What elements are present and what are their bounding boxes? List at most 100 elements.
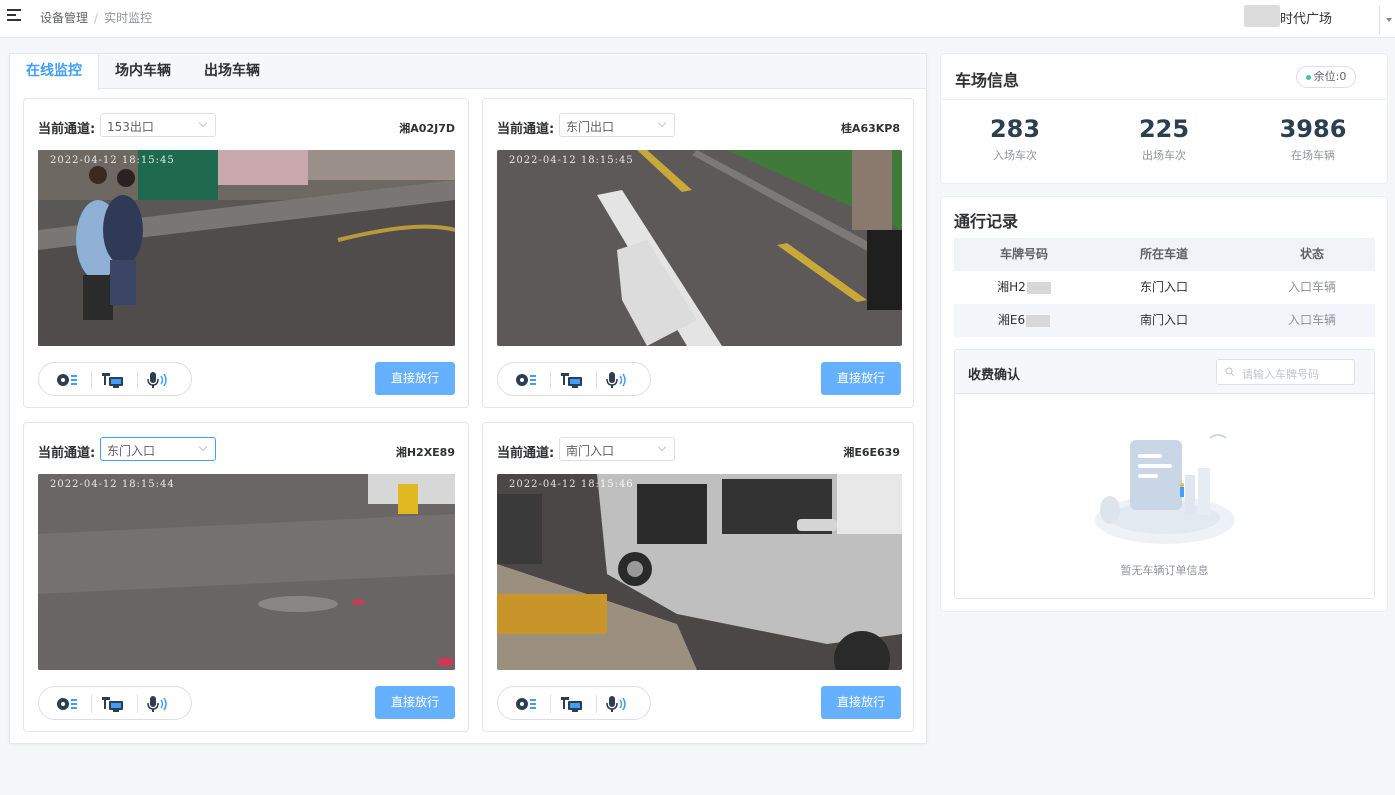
camera-timestamp: 2022-04-12 18:15:45 (50, 155, 175, 166)
stat-value: 283 (989, 115, 1041, 143)
top-bar: 设备管理 / 实时监控 时代广场 (0, 0, 1395, 38)
channel-select[interactable]: 南门入口 (559, 437, 675, 461)
empty-text: 暂无车辆订单信息 (1120, 564, 1209, 577)
divider (596, 371, 597, 389)
breadcrumb-separator: / (94, 11, 99, 25)
camera-card: 当前通道: 南门入口 湘E6E639 2022-04-12 18:15:46 直… (482, 422, 914, 732)
camera-controls (497, 362, 651, 396)
plate-search-input[interactable]: 请输入车牌号码 (1216, 359, 1355, 385)
camera-timestamp: 2022-04-12 18:15:45 (509, 155, 634, 166)
chevron-down-icon (657, 442, 667, 452)
user-avatar-blurred (1244, 5, 1280, 27)
plate-text: 湘E6 (997, 313, 1026, 327)
plate-cell: 湘E6 (954, 304, 1094, 337)
channel-label: 当前通道: (38, 446, 96, 461)
microphone-icon[interactable] (604, 693, 632, 715)
stat-label: 在场车辆 (1291, 149, 1335, 162)
empty-illustration (1090, 430, 1240, 550)
plate-number: 湘A02J7D (399, 122, 455, 135)
channel-select[interactable]: 东门出口 (559, 113, 675, 137)
plate-cell: 湘H2 (954, 271, 1094, 304)
caret-down-icon[interactable] (1386, 18, 1392, 22)
camera-card: 当前通道: 153出口 湘A02J7D 2022-04-12 18:15:45 … (23, 98, 469, 408)
monitor-camera-icon[interactable] (558, 369, 586, 391)
tab-exited-vehicles[interactable]: 出场车辆 (194, 54, 270, 89)
chevron-down-icon (657, 118, 667, 128)
settings-icon[interactable] (53, 693, 81, 715)
remaining-spaces: 余位:0 (1313, 70, 1347, 83)
channel-select-value: 南门入口 (566, 444, 615, 458)
channel-select-value: 153出口 (107, 120, 154, 134)
channel-label: 当前通道: (497, 122, 555, 137)
status-cell: 入口车辆 (1287, 280, 1336, 294)
divider (91, 371, 92, 389)
monitor-camera-icon[interactable] (558, 693, 586, 715)
monitor-panel: 在线监控 场内车辆 出场车辆 当前通道: 153出口 湘A02J7D 2022-… (9, 53, 927, 744)
status-badge: 余位:0 (1296, 66, 1356, 88)
breadcrumb: 设备管理 / 实时监控 (40, 9, 152, 26)
tab-in-lot-vehicles[interactable]: 场内车辆 (105, 54, 181, 89)
channel-select[interactable]: 153出口 (100, 113, 216, 137)
release-button[interactable]: 直接放行 (375, 362, 455, 395)
menu-toggle-icon[interactable] (7, 9, 21, 21)
divider (596, 695, 597, 713)
stat-in-lot: 3986 在场车辆 (1253, 115, 1373, 163)
channel-label: 当前通道: (38, 122, 96, 137)
chevron-down-icon (198, 118, 208, 128)
plate-text: 湘H2 (997, 280, 1026, 294)
table-row[interactable]: 湘H2 东门入口 入口车辆 (954, 271, 1375, 304)
release-button[interactable]: 直接放行 (375, 686, 455, 719)
microphone-icon[interactable] (145, 369, 173, 391)
user-name[interactable]: 时代广场 (1280, 8, 1332, 27)
tab-bar: 在线监控 场内车辆 出场车辆 (10, 54, 926, 90)
settings-icon[interactable] (512, 693, 540, 715)
plate-number: 桂A63KP8 (840, 122, 900, 135)
camera-video[interactable]: 2022-04-12 18:15:45 (497, 150, 902, 346)
breadcrumb-item-device[interactable]: 设备管理 (40, 11, 88, 25)
camera-timestamp: 2022-04-12 18:15:44 (50, 479, 175, 490)
monitor-camera-icon[interactable] (99, 693, 127, 715)
camera-video[interactable]: 2022-04-12 18:15:44 (38, 474, 455, 670)
release-button[interactable]: 直接放行 (821, 686, 901, 719)
lot-info-card: 车场信息 余位:0 283 入场车次 225 出场车次 3986 在场车辆 (940, 53, 1388, 184)
column-header: 车牌号码 (999, 247, 1048, 261)
divider (91, 695, 92, 713)
camera-video[interactable]: 2022-04-12 18:15:45 (38, 150, 455, 346)
lot-info-title: 车场信息 (955, 71, 1020, 90)
fee-confirm-panel: 收费确认 请输入车牌号码 暂无车辆订单信息 (954, 349, 1375, 599)
chevron-down-icon (198, 442, 208, 452)
column-header: 状态 (1299, 247, 1324, 261)
channel-label: 当前通道: (497, 446, 555, 461)
stat-label: 出场车次 (1142, 149, 1186, 162)
plate-number: 湘E6E639 (843, 446, 900, 459)
camera-timestamp: 2022-04-12 18:15:46 (509, 479, 634, 490)
divider (550, 695, 551, 713)
camera-card: 当前通道: 东门出口 桂A63KP8 2022-04-12 18:15:45 直… (482, 98, 914, 408)
tab-online-monitor[interactable]: 在线监控 (10, 54, 99, 90)
release-button[interactable]: 直接放行 (821, 362, 901, 395)
divider (137, 371, 138, 389)
settings-icon[interactable] (512, 369, 540, 391)
divider (137, 695, 138, 713)
camera-controls (38, 686, 192, 720)
camera-controls (497, 686, 651, 720)
table-row[interactable]: 湘E6 南门入口 入口车辆 (954, 304, 1375, 337)
camera-controls (38, 362, 192, 396)
stat-exits: 225 出场车次 (1104, 115, 1224, 163)
status-dot-icon (1305, 74, 1311, 80)
divider (941, 99, 1387, 100)
avatar[interactable] (1352, 6, 1380, 34)
microphone-icon[interactable] (145, 693, 173, 715)
camera-video[interactable]: 2022-04-12 18:15:46 (497, 474, 902, 670)
settings-icon[interactable] (53, 369, 81, 391)
monitor-camera-icon[interactable] (99, 369, 127, 391)
fee-title: 收费确认 (968, 368, 1021, 383)
breadcrumb-item-monitor: 实时监控 (104, 11, 153, 25)
column-header: 所在车道 (1139, 247, 1188, 261)
plate-blur (1026, 314, 1051, 327)
camera-card: 当前通道: 东门入口 湘H2XE89 2022-04-12 18:15:44 直… (23, 422, 469, 732)
microphone-icon[interactable] (604, 369, 632, 391)
stat-label: 入场车次 (993, 149, 1037, 162)
search-placeholder: 请输入车牌号码 (1242, 368, 1319, 381)
channel-select[interactable]: 东门入口 (100, 437, 216, 461)
